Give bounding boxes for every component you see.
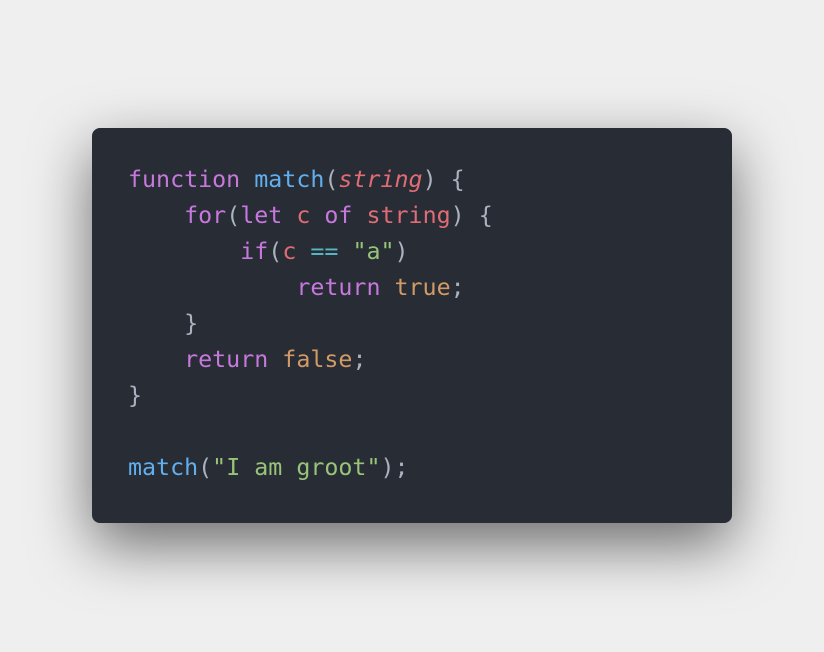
keyword-return: return: [184, 346, 269, 373]
open-paren: (: [198, 454, 213, 481]
open-paren: (: [324, 166, 339, 193]
boolean-true: true: [394, 274, 451, 301]
keyword-of: of: [324, 202, 353, 229]
string-literal-a: "a": [352, 238, 395, 265]
keyword-let: let: [240, 202, 283, 229]
function-call-name: match: [128, 454, 199, 481]
keyword-if: if: [240, 238, 269, 265]
function-name: match: [254, 166, 325, 193]
code-line-6: return false;: [128, 342, 493, 378]
variable-string: string: [366, 202, 451, 229]
boolean-false: false: [282, 346, 353, 373]
operator-equals: ==: [310, 238, 339, 265]
code-line-8-blank: [128, 414, 493, 450]
code-snippet-card: function match(string) { for(let c of st…: [92, 128, 732, 523]
close-paren-brace: ) {: [450, 202, 493, 229]
code-line-7: }: [128, 378, 493, 414]
close-paren: ): [394, 238, 409, 265]
close-brace: }: [184, 310, 199, 337]
code-line-2: for(let c of string) {: [128, 198, 493, 234]
keyword-for: for: [184, 202, 227, 229]
code-line-1: function match(string) {: [128, 162, 493, 198]
close-paren-brace: ) {: [422, 166, 465, 193]
code-line-9: match("I am groot");: [128, 450, 493, 486]
variable-c: c: [296, 202, 311, 229]
close-brace: }: [128, 382, 143, 409]
close-paren-semicolon: );: [380, 454, 409, 481]
string-literal-argument: "I am groot": [212, 454, 381, 481]
code-block: function match(string) { for(let c of st…: [128, 162, 493, 486]
semicolon: ;: [450, 274, 465, 301]
code-line-5: }: [128, 306, 493, 342]
semicolon: ;: [352, 346, 367, 373]
code-line-4: return true;: [128, 270, 493, 306]
variable-c: c: [282, 238, 297, 265]
code-line-3: if(c == "a"): [128, 234, 493, 270]
keyword-function: function: [128, 166, 241, 193]
keyword-return: return: [296, 274, 381, 301]
open-paren: (: [226, 202, 241, 229]
parameter-string: string: [338, 166, 423, 193]
open-paren: (: [268, 238, 283, 265]
